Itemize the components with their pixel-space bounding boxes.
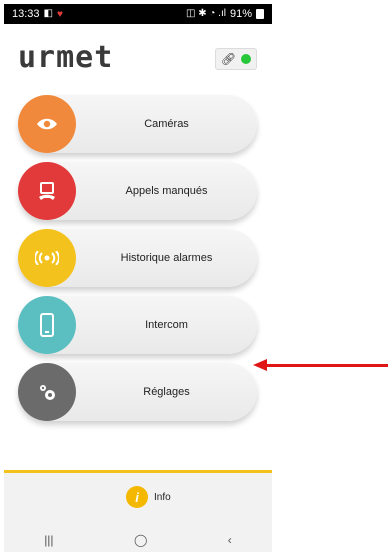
gears-icon [18,363,76,421]
menu-label-missed-calls: Appels manqués [125,185,208,197]
battery-percent: 91% [229,8,252,20]
menu-label-intercom: Intercom [145,319,188,331]
heart-icon: ♥ [56,8,63,20]
system-nav-bar: ||| ◯ ‹ [4,528,272,552]
status-time: 13:33 [12,8,40,20]
menu-label-cameras: Caméras [144,118,189,130]
menu-item-cameras[interactable]: Caméras [18,95,257,153]
info-label: Info [154,491,171,503]
info-button[interactable]: i Info [126,486,171,508]
annotation-arrow-line [266,364,388,367]
alarm-signal-icon [18,229,76,287]
phone-device-icon [18,296,76,354]
recents-icon[interactable]: ||| [44,533,53,547]
status-left: 13:33 ◧ ♥ [12,8,63,20]
connected-status-dot [241,54,252,64]
urmet-logo: urmet [18,40,114,75]
home-icon[interactable]: ◯ [134,533,147,547]
eye-icon [18,95,76,153]
menu-item-alarm-history[interactable]: Historique alarmes [18,229,257,287]
notification-icon: ◧ [43,8,53,19]
battery-icon [256,9,264,19]
annotation-arrow-icon [253,359,267,371]
menu-item-missed-calls[interactable]: Appels manqués [18,162,257,220]
missed-call-icon [18,162,76,220]
phone-screen: 13:33 ◧ ♥ ◫ ✱ ◔ .ıl 91% urmet 🔗︎ Caméras [0,0,272,552]
menu-item-settings[interactable]: Réglages [18,363,257,421]
menu-item-intercom[interactable]: Intercom [18,296,257,354]
system-icons: ◫ ✱ ◔ .ıl [185,8,226,19]
link-icon: 🔗︎ [220,52,237,66]
menu-label-settings: Réglages [143,386,190,398]
status-right: ◫ ✱ ◔ .ıl 91% [186,8,264,20]
info-icon: i [126,486,148,508]
menu-label-alarm-history: Historique alarmes [120,252,213,264]
back-icon[interactable]: ‹ [228,533,232,547]
status-bar: 13:33 ◧ ♥ ◫ ✱ ◔ .ıl 91% [4,4,272,24]
connection-status-button[interactable]: 🔗︎ [215,48,257,70]
